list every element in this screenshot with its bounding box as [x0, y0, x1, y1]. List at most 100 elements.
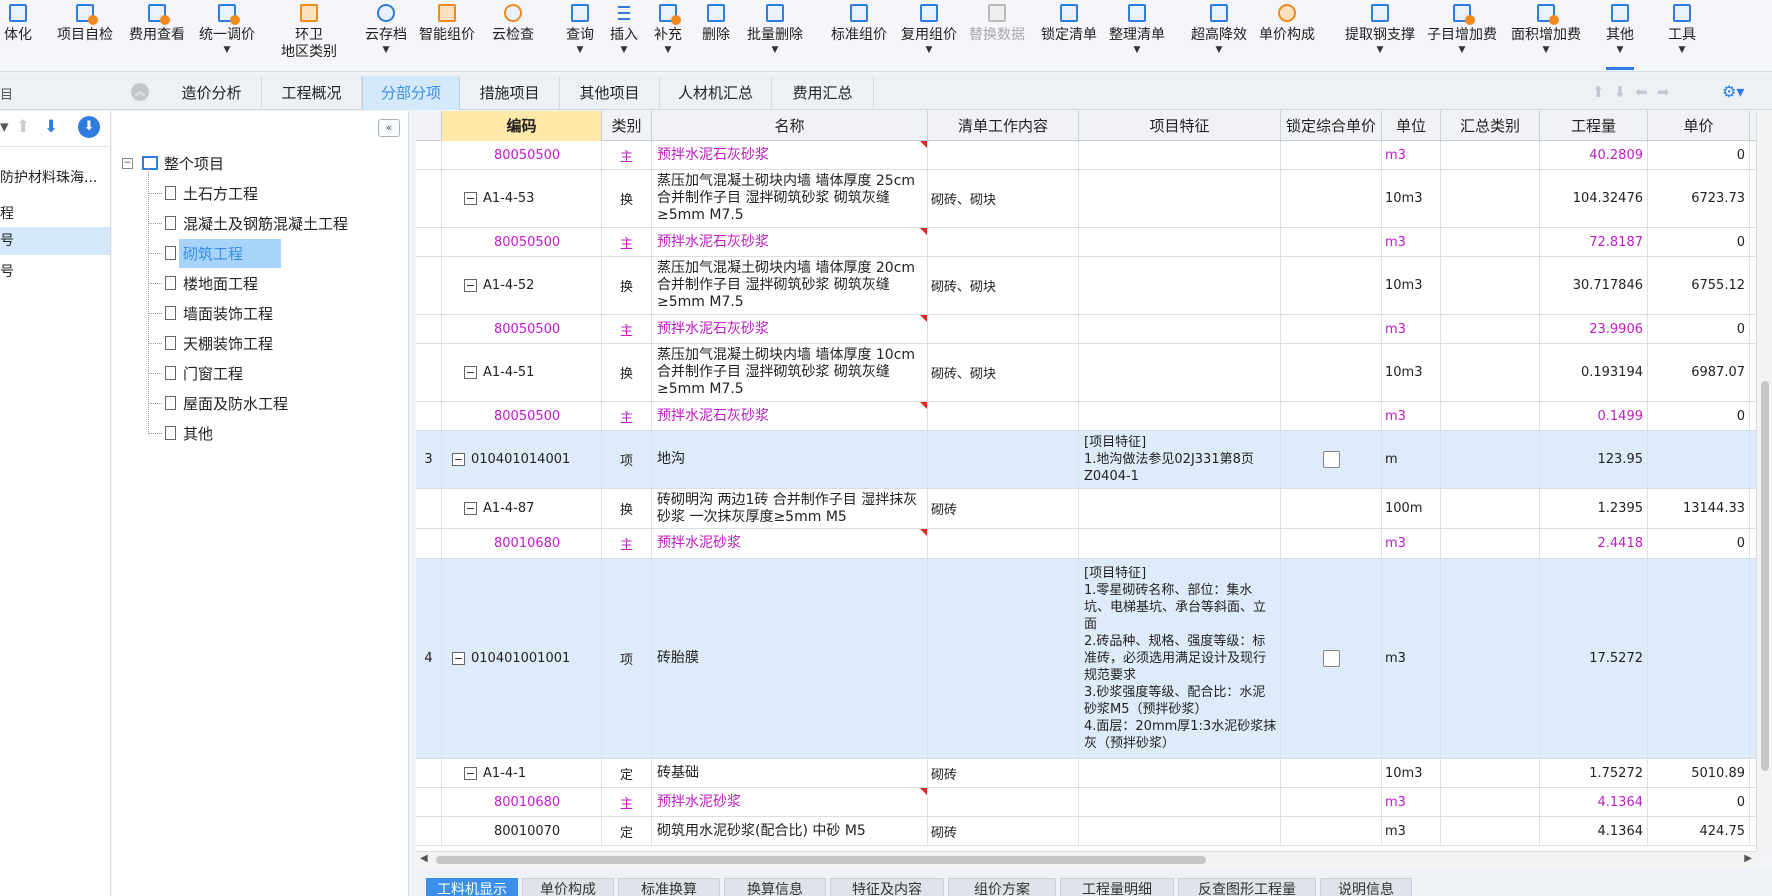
cell-price[interactable]: 13144.33: [1648, 489, 1750, 528]
cell-unit[interactable]: m3: [1382, 529, 1441, 558]
tree-item-earthwork[interactable]: 土石方工程: [148, 180, 258, 206]
cell-name[interactable]: 预拌水泥石灰砂浆: [652, 141, 928, 169]
table-row[interactable]: 80050500 主 预拌水泥石灰砂浆 m3 0.1499 0: [416, 402, 1756, 431]
cell-content[interactable]: 砌砖、砌块: [928, 344, 1079, 401]
cell-type[interactable]: 主: [602, 315, 652, 343]
cell-content[interactable]: 砌砖: [928, 759, 1079, 787]
table-row[interactable]: − A1-4-53 换 蒸压加气混凝土砌块内墙 墙体厚度 25cm 合并制作子目 湿拌…: [416, 170, 1756, 228]
header-quantity[interactable]: 工程量: [1540, 111, 1648, 141]
cell-code[interactable]: −010401014001: [442, 431, 602, 488]
cell-code[interactable]: 80050500: [442, 402, 602, 430]
tab-labor-material-display[interactable]: 工料机显示: [426, 878, 518, 896]
cell-feature[interactable]: [1079, 759, 1281, 787]
tree-item-floor[interactable]: 楼地面工程: [148, 270, 258, 296]
cell-feature[interactable]: [1079, 529, 1281, 558]
cell-name[interactable]: 蒸压加气混凝土砌块内墙 墙体厚度 20cm 合并制作子目 湿拌砌筑砂浆 砌筑灰缝…: [652, 257, 928, 314]
toolbar-region-category-button[interactable]: 环卫 地区类别: [274, 0, 344, 72]
table-row[interactable]: 80010680 主 预拌水泥砂浆 m3 2.4418 0: [416, 529, 1756, 559]
cell-unit[interactable]: 100m: [1382, 489, 1441, 528]
arrow-right-icon[interactable]: ➡: [1657, 83, 1670, 101]
tree-item-concrete[interactable]: 混凝土及钢筋混凝土工程: [148, 210, 348, 236]
cell-type[interactable]: 换: [602, 489, 652, 528]
arrow-up-icon[interactable]: ⬆: [1592, 83, 1605, 101]
cell-unit[interactable]: 10m3: [1382, 170, 1441, 227]
cell-unit[interactable]: m3: [1382, 228, 1441, 256]
lock-price-checkbox[interactable]: [1322, 451, 1340, 468]
cell-name[interactable]: 预拌水泥砂浆: [652, 529, 928, 558]
cell-feature[interactable]: [1079, 315, 1281, 343]
cell-price[interactable]: 0: [1648, 529, 1750, 558]
header-summary-category[interactable]: 汇总类别: [1441, 111, 1540, 141]
cell-qty[interactable]: 30.717846: [1540, 257, 1648, 314]
cell-seq[interactable]: [416, 759, 442, 787]
arrow-left-icon[interactable]: ⬅: [1635, 83, 1648, 101]
lock-price-checkbox[interactable]: [1322, 650, 1340, 667]
cell-seq[interactable]: [416, 529, 442, 558]
cell-name[interactable]: 地沟: [652, 431, 928, 488]
cell-type[interactable]: 定: [602, 817, 652, 845]
cell-feature[interactable]: [项目特征] 1.零星砌砖名称、部位：集水坑、电梯基坑、承台等斜面、立面 2.砖…: [1079, 559, 1281, 758]
cell-summary[interactable]: [1441, 529, 1540, 558]
move-up-icon[interactable]: ⬆: [16, 117, 30, 137]
cell-feature[interactable]: [1079, 170, 1281, 227]
cell-feature[interactable]: [1079, 402, 1281, 430]
cell-type[interactable]: 项: [602, 559, 652, 758]
toolbar-supplement-button[interactable]: 补充 ▼: [650, 0, 686, 72]
cell-price[interactable]: [1648, 559, 1750, 758]
toolbar-cloud-check-button[interactable]: 云检查: [486, 0, 540, 72]
cell-lock[interactable]: [1281, 141, 1382, 169]
tab-cost-analysis[interactable]: 造价分析: [162, 76, 262, 110]
cell-code[interactable]: − A1-4-1: [442, 759, 602, 787]
cell-type[interactable]: 主: [602, 788, 652, 816]
cell-code[interactable]: −010401001001: [442, 559, 602, 758]
cell-qty[interactable]: 72.8187: [1540, 228, 1648, 256]
table-row[interactable]: 80050500 主 预拌水泥石灰砂浆 m3 23.9906 0: [416, 315, 1756, 344]
toolbar-other-button[interactable]: 其他 ▼: [1600, 0, 1640, 72]
cell-name[interactable]: 砌筑用水泥砂浆(配合比) 中砂 M5: [652, 817, 928, 845]
header-lock-price[interactable]: 锁定综合单价: [1281, 111, 1382, 141]
cell-feature[interactable]: [1079, 489, 1281, 528]
cell-price[interactable]: 0: [1648, 788, 1750, 816]
cell-code[interactable]: − A1-4-51: [442, 344, 602, 401]
cell-content[interactable]: 砌砖、砌块: [928, 170, 1079, 227]
toolbar-cost-view-button[interactable]: 费用查看: [124, 0, 190, 72]
cell-code[interactable]: 80050500: [442, 228, 602, 256]
cell-content[interactable]: 砌砖: [928, 817, 1079, 845]
list-item-row[interactable]: 4 −010401001001 项 砖胎膜 [项目特征] 1.零星砌砖名称、部位：集水坑…: [416, 559, 1756, 759]
cell-unit[interactable]: m3: [1382, 402, 1441, 430]
tree-root[interactable]: − 整个项目: [122, 153, 224, 173]
collapse-icon[interactable]: −: [452, 453, 465, 466]
cell-seq[interactable]: 3: [416, 431, 442, 488]
project-node[interactable]: 防护材料珠海...: [0, 167, 97, 187]
cell-lock[interactable]: [1281, 489, 1382, 528]
table-row[interactable]: − A1-4-51 换 蒸压加气混凝土砌块内墙 墙体厚度 10cm 合并制作子目 湿拌…: [416, 344, 1756, 402]
tab-project-overview[interactable]: 工程概况: [262, 76, 362, 110]
cell-name[interactable]: 预拌水泥石灰砂浆: [652, 315, 928, 343]
cell-type[interactable]: 主: [602, 529, 652, 558]
cell-seq[interactable]: [416, 489, 442, 528]
cell-name[interactable]: 蒸压加气混凝土砌块内墙 墙体厚度 10cm 合并制作子目 湿拌砌筑砂浆 砌筑灰缝…: [652, 344, 928, 401]
cell-content[interactable]: [928, 402, 1079, 430]
header-work-content[interactable]: 清单工作内容: [928, 111, 1079, 141]
project-node[interactable]: 程: [0, 203, 14, 223]
tab-measures[interactable]: 措施项目: [460, 76, 560, 110]
toolbar-self-check-button[interactable]: 项目自检: [52, 0, 118, 72]
tab-description[interactable]: 说明信息: [1320, 878, 1412, 896]
cell-seq[interactable]: [416, 170, 442, 227]
collapse-icon[interactable]: −: [464, 502, 477, 515]
cell-unit[interactable]: 10m3: [1382, 344, 1441, 401]
cell-feature[interactable]: [1079, 344, 1281, 401]
cell-type[interactable]: 主: [602, 141, 652, 169]
cell-price[interactable]: 424.75: [1648, 817, 1750, 845]
cell-price[interactable]: 5010.89: [1648, 759, 1750, 787]
cell-qty[interactable]: 40.2809: [1540, 141, 1648, 169]
list-item-row[interactable]: 3 −010401014001 项 地沟 [项目特征] 1.地沟做法参见02J331第8…: [416, 431, 1756, 489]
tab-reverse-graphic-quantity[interactable]: 反查图形工程量: [1178, 878, 1316, 896]
scroll-left-icon[interactable]: ◀: [420, 853, 428, 864]
cell-feature[interactable]: [项目特征] 1.地沟做法参见02J331第8页Z0404-1: [1079, 431, 1281, 488]
cell-feature[interactable]: [1079, 141, 1281, 169]
cell-qty[interactable]: 4.1364: [1540, 817, 1648, 845]
cell-lock[interactable]: [1281, 788, 1382, 816]
cell-type[interactable]: 换: [602, 257, 652, 314]
scroll-thumb[interactable]: [436, 856, 1206, 864]
